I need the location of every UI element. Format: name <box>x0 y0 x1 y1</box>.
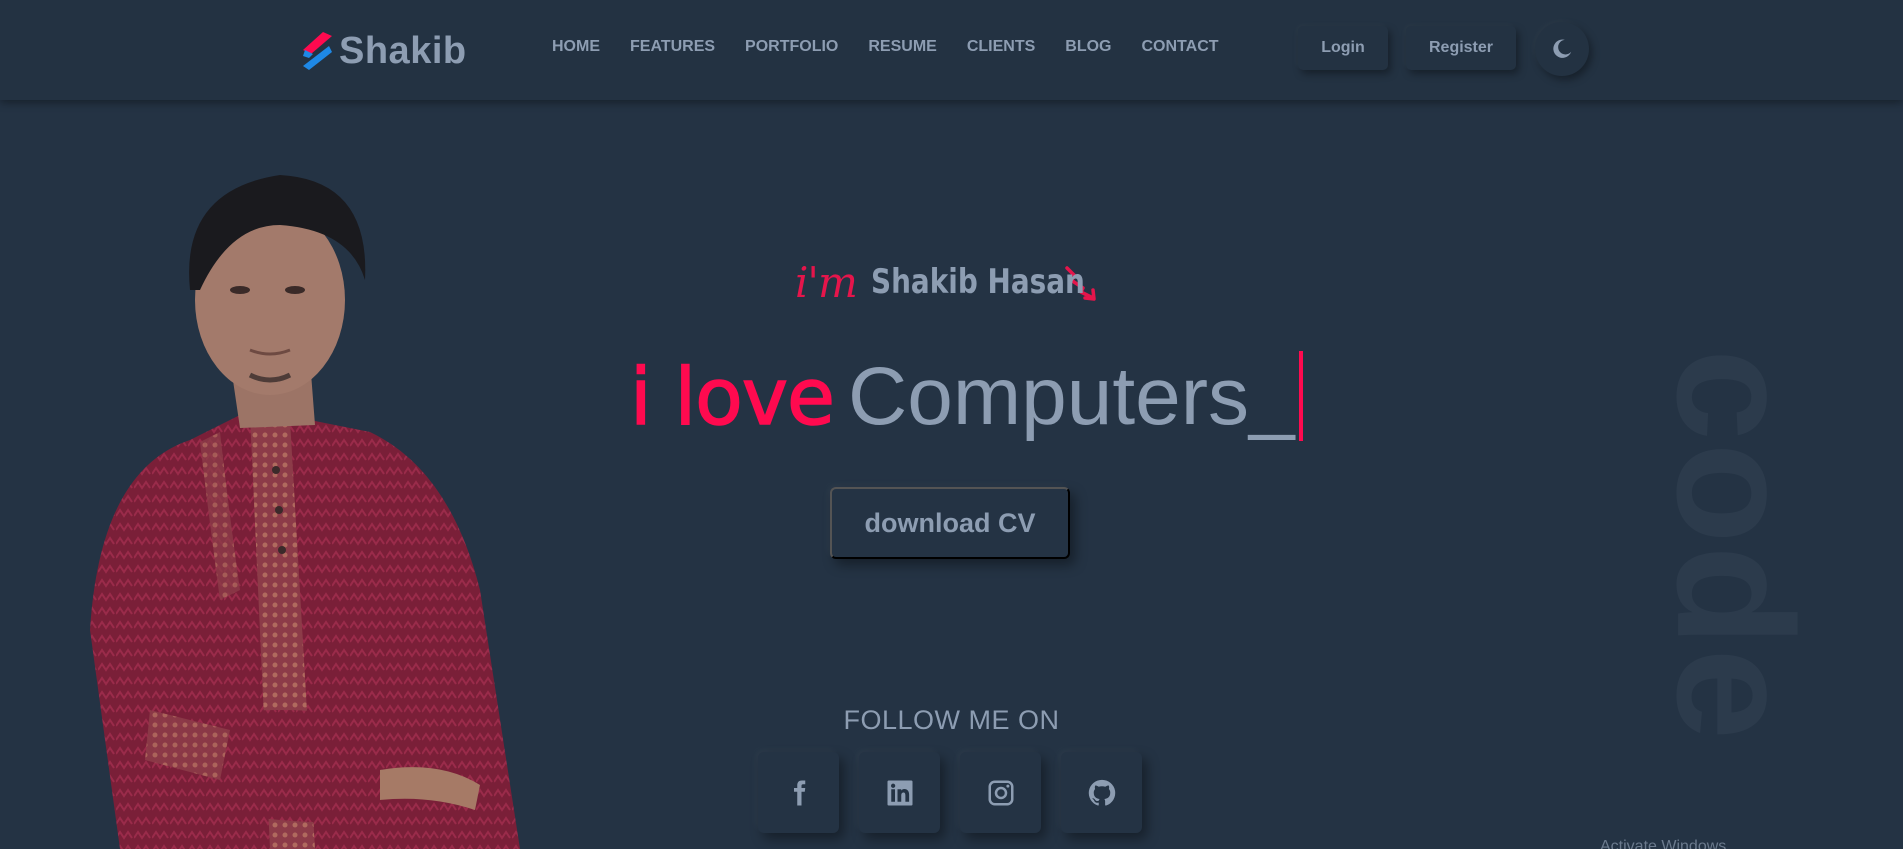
nav-item-portfolio[interactable]: PORTFOLIO <box>745 38 838 56</box>
social-links <box>758 752 1142 833</box>
brand-name: Shakib <box>339 29 467 72</box>
decorative-vertical-word: code <box>1644 285 1828 805</box>
hero-headline: i love Computers_ <box>629 350 1303 450</box>
theme-toggle-button[interactable] <box>1535 22 1589 76</box>
facebook-icon <box>793 780 805 805</box>
hero-name: Shakib Hasan <box>870 262 1085 302</box>
download-cv-button[interactable]: download CV <box>830 487 1070 559</box>
linkedin-link[interactable] <box>859 752 940 833</box>
follow-heading: FOLLOW ME ON <box>843 705 1060 735</box>
register-button[interactable]: Register <box>1406 26 1516 70</box>
brand-logo[interactable]: Shakib <box>301 28 467 74</box>
login-button[interactable]: Login <box>1298 26 1388 70</box>
hero-intro: i'm Shakib Hasan <box>795 250 1099 314</box>
linkedin-icon <box>887 780 912 805</box>
nav-item-resume[interactable]: RESUME <box>868 38 936 56</box>
instagram-link[interactable] <box>960 752 1041 833</box>
typing-cursor <box>1298 351 1303 441</box>
vertical-word-text: code <box>1643 348 1828 742</box>
nav-item-clients[interactable]: CLIENTS <box>967 38 1035 56</box>
github-icon <box>1088 779 1115 806</box>
logo-mark-icon <box>303 32 332 70</box>
github-link[interactable] <box>1061 752 1142 833</box>
typed-word: Computers_ <box>848 351 1295 442</box>
moon-icon <box>1553 39 1572 58</box>
instagram-icon <box>988 780 1013 805</box>
nav-menu: HOME FEATURES PORTFOLIO RESUME CLIENTS B… <box>552 38 1249 56</box>
navbar: Shakib HOME FEATURES PORTFOLIO RESUME CL… <box>0 0 1903 100</box>
nav-item-blog[interactable]: BLOG <box>1065 38 1111 56</box>
profile-photo <box>90 175 520 849</box>
nav-item-features[interactable]: FEATURES <box>630 38 715 56</box>
greeting-text: i'm <box>795 257 858 307</box>
nav-item-home[interactable]: HOME <box>552 38 600 56</box>
windows-activation-watermark: Activate Windows <box>1600 838 1727 849</box>
nav-item-contact[interactable]: CONTACT <box>1142 38 1219 56</box>
facebook-link[interactable] <box>758 752 839 833</box>
tagline-prefix: i love <box>629 352 836 444</box>
